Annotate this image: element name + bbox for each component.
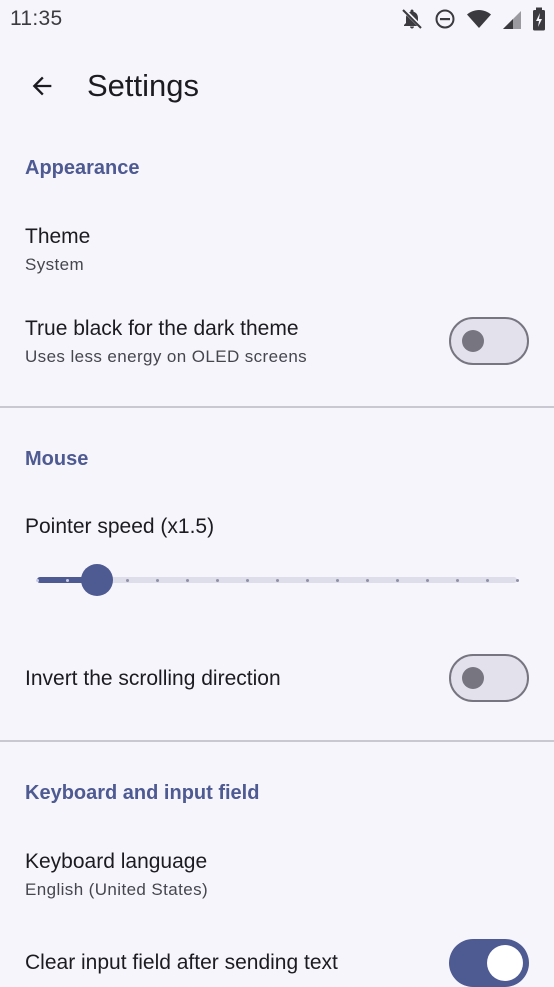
slider-tick xyxy=(335,578,339,582)
section-header-mouse: Mouse xyxy=(25,448,89,470)
keyboard-language-preference[interactable]: Keyboard language English (United States… xyxy=(0,838,554,920)
theme-title: Theme xyxy=(25,225,91,248)
clear-input-title: Clear input field after sending text xyxy=(25,951,338,974)
status-time: 11:35 xyxy=(10,7,63,30)
battery-charging-icon xyxy=(532,7,546,31)
keyboard-language-title: Keyboard language xyxy=(25,850,208,873)
divider xyxy=(0,740,554,742)
slider-tick xyxy=(185,578,189,582)
slider-tick xyxy=(485,578,489,582)
switch-thumb xyxy=(462,667,484,689)
arrow-back-icon xyxy=(32,76,52,96)
switch-thumb xyxy=(487,945,523,981)
keyboard-language-summary: English (United States) xyxy=(25,880,209,899)
status-icons xyxy=(400,6,546,32)
pointer-speed-slider[interactable] xyxy=(25,560,529,600)
theme-preference[interactable]: Theme System xyxy=(0,212,554,294)
clear-input-switch[interactable] xyxy=(449,939,529,987)
invert-scroll-switch[interactable] xyxy=(449,654,529,702)
slider-thumb[interactable] xyxy=(81,564,113,596)
page-title: Settings xyxy=(87,68,200,103)
slider-tick xyxy=(515,578,519,582)
pointer-speed-title: Pointer speed (x1.5) xyxy=(25,515,215,538)
slider-tick xyxy=(455,578,459,582)
section-header-appearance: Appearance xyxy=(25,157,140,179)
true-black-title: True black for the dark theme xyxy=(25,317,299,340)
wifi-icon xyxy=(466,8,492,30)
back-button[interactable] xyxy=(18,62,66,110)
notifications-off-icon xyxy=(400,7,424,31)
cell-signal-icon xyxy=(502,8,522,30)
invert-scroll-preference[interactable]: Invert the scrolling direction xyxy=(0,648,554,710)
status-bar: 11:35 xyxy=(0,0,554,40)
slider-tick xyxy=(215,578,219,582)
true-black-summary: Uses less energy on OLED screens xyxy=(25,347,308,366)
slider-tick xyxy=(275,578,279,582)
clear-input-preference[interactable]: Clear input field after sending text xyxy=(0,934,554,987)
slider-tick xyxy=(155,578,159,582)
slider-tick xyxy=(365,578,369,582)
top-app-bar: Settings xyxy=(0,52,554,120)
do-not-disturb-icon xyxy=(434,8,456,30)
slider-tick xyxy=(35,578,39,582)
slider-tick xyxy=(125,578,129,582)
invert-scroll-title: Invert the scrolling direction xyxy=(25,667,281,690)
slider-tick xyxy=(305,578,309,582)
divider xyxy=(0,406,554,408)
slider-tick xyxy=(245,578,249,582)
true-black-switch[interactable] xyxy=(449,317,529,365)
switch-thumb xyxy=(462,330,484,352)
true-black-preference[interactable]: True black for the dark theme Uses less … xyxy=(0,306,554,390)
slider-tick xyxy=(425,578,429,582)
theme-summary: System xyxy=(25,255,85,274)
slider-tick xyxy=(395,578,399,582)
slider-tick xyxy=(65,578,69,582)
section-header-keyboard: Keyboard and input field xyxy=(25,782,260,804)
